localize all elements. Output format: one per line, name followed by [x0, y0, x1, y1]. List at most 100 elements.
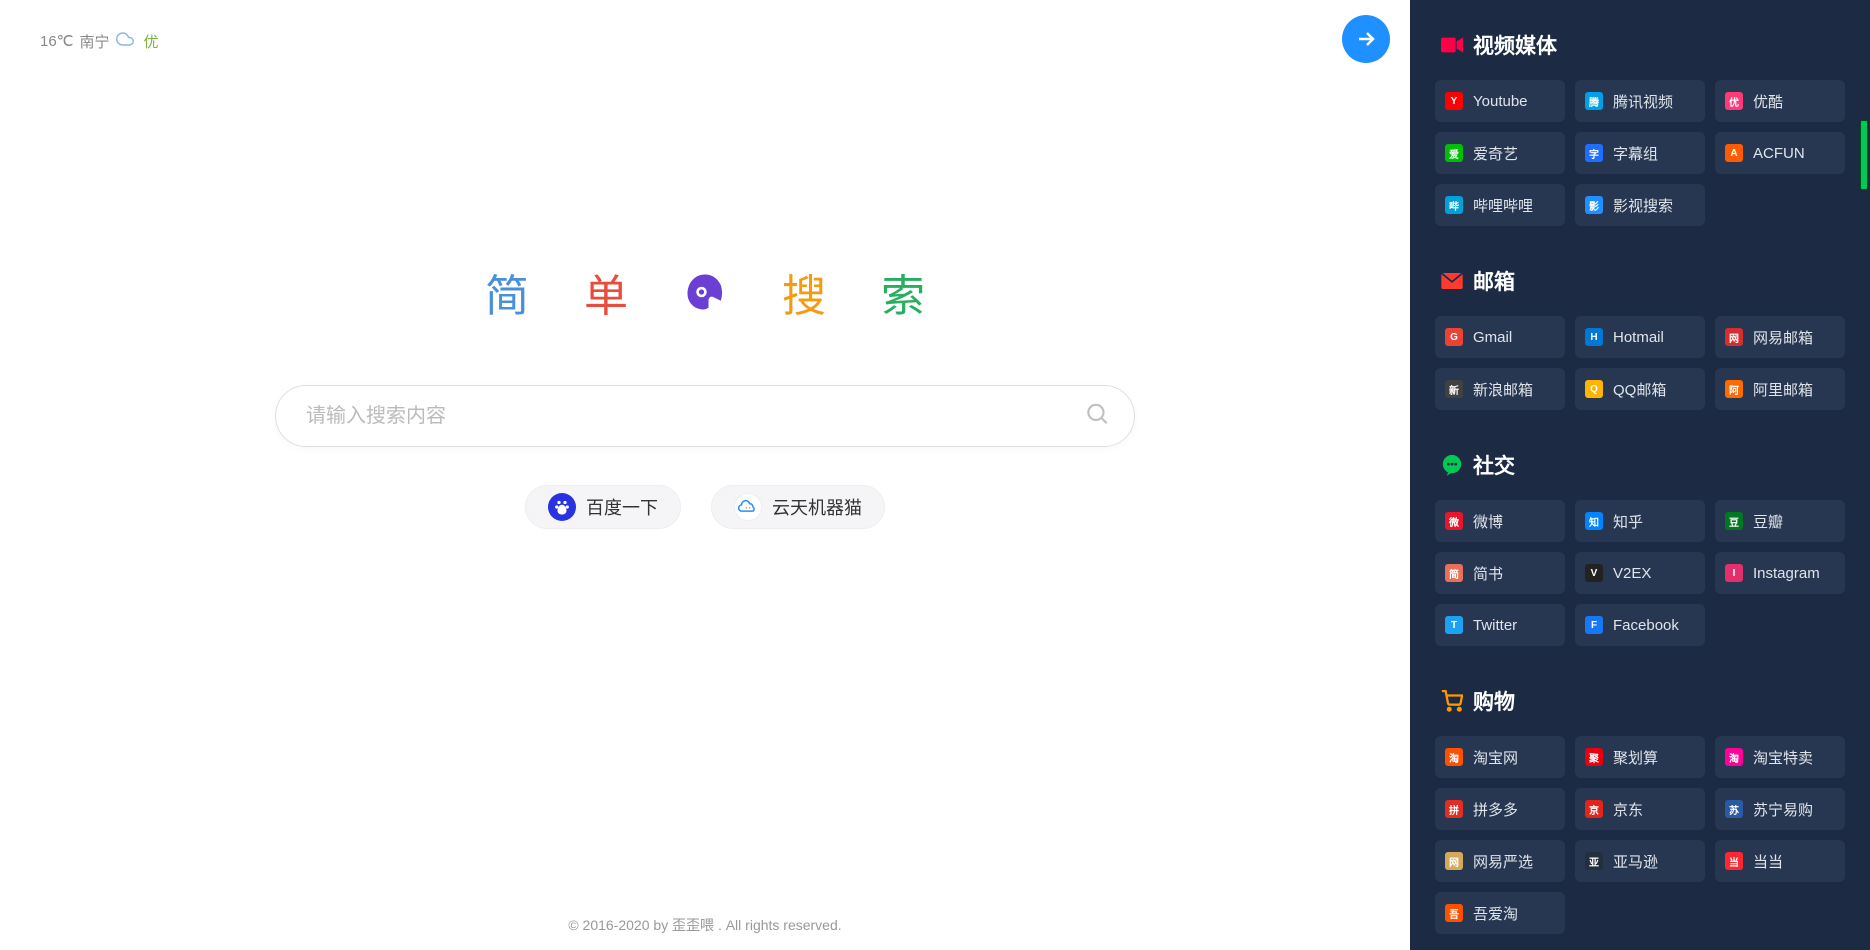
link-card[interactable]: 聚聚划算 — [1575, 736, 1705, 778]
weather-temp: 16℃ — [40, 32, 74, 50]
link-card[interactable]: 新新浪邮箱 — [1435, 368, 1565, 410]
site-icon: V — [1585, 564, 1603, 582]
site-icon: 拼 — [1445, 800, 1463, 818]
link-label: 优酷 — [1753, 91, 1783, 112]
link-card[interactable]: HHotmail — [1575, 316, 1705, 358]
link-label: 京东 — [1613, 799, 1643, 820]
link-sidebar: 视频媒体YYoutube腾腾讯视频优优酷爱爱奇艺字字幕组AACFUN哔哔哩哔哩影… — [1410, 0, 1870, 950]
link-card[interactable]: 淘淘宝网 — [1435, 736, 1565, 778]
link-label: 字幕组 — [1613, 143, 1658, 164]
link-label: QQ邮箱 — [1613, 379, 1666, 400]
link-card[interactable]: 知知乎 — [1575, 500, 1705, 542]
section-title: 购物 — [1473, 686, 1515, 716]
link-card[interactable]: 当当当 — [1715, 840, 1845, 882]
link-label: 影视搜索 — [1613, 195, 1673, 216]
link-label: 网易严选 — [1473, 851, 1533, 872]
site-logo: 简 单 搜 索 — [485, 260, 925, 324]
scrollbar-thumb[interactable] — [1860, 120, 1868, 190]
link-card[interactable]: GGmail — [1435, 316, 1565, 358]
link-label: 爱奇艺 — [1473, 143, 1518, 164]
robot-cloud-icon — [734, 493, 762, 521]
logo-char-0: 简 — [485, 260, 529, 324]
link-card[interactable]: 哔哔哩哔哩 — [1435, 184, 1565, 226]
engine-yuntian[interactable]: 云天机器猫 — [711, 485, 885, 529]
search-button[interactable] — [1084, 401, 1110, 432]
link-label: 知乎 — [1613, 511, 1643, 532]
link-card[interactable]: Q QQ邮箱 — [1575, 368, 1705, 410]
link-card[interactable]: 字字幕组 — [1575, 132, 1705, 174]
sidebar-section: 邮箱GGmailHHotmail网网易邮箱新新浪邮箱QQQ邮箱阿阿里邮箱 — [1435, 266, 1845, 410]
cart-icon — [1441, 690, 1463, 712]
link-card[interactable]: 腾腾讯视频 — [1575, 80, 1705, 122]
forward-button[interactable] — [1342, 15, 1390, 63]
link-label: Facebook — [1613, 617, 1679, 634]
site-icon: 腾 — [1585, 92, 1603, 110]
site-icon: I — [1725, 564, 1743, 582]
section-header: 购物 — [1441, 686, 1845, 716]
baidu-icon — [548, 493, 576, 521]
site-icon: Y — [1445, 92, 1463, 110]
site-icon: 微 — [1445, 512, 1463, 530]
link-card[interactable]: 微微博 — [1435, 500, 1565, 542]
weather-widget[interactable]: 16℃ 南宁 优 — [40, 30, 159, 52]
arrow-right-icon — [1354, 27, 1378, 51]
link-card[interactable]: 影影视搜索 — [1575, 184, 1705, 226]
link-card[interactable]: YYoutube — [1435, 80, 1565, 122]
link-label: 苏宁易购 — [1753, 799, 1813, 820]
link-card[interactable]: 爱爱奇艺 — [1435, 132, 1565, 174]
site-icon: 京 — [1585, 800, 1603, 818]
site-icon: 爱 — [1445, 144, 1463, 162]
site-icon: 吾 — [1445, 904, 1463, 922]
site-icon: 网 — [1725, 328, 1743, 346]
site-icon: 淘 — [1445, 748, 1463, 766]
link-label: Instagram — [1753, 565, 1820, 582]
site-icon: 影 — [1585, 196, 1603, 214]
engine-row: 百度一下 云天机器猫 — [525, 485, 885, 529]
site-icon: 聚 — [1585, 748, 1603, 766]
link-card[interactable]: 网网易严选 — [1435, 840, 1565, 882]
link-card[interactable]: V V2EX — [1575, 552, 1705, 594]
site-icon: F — [1585, 616, 1603, 634]
link-card[interactable]: AACFUN — [1715, 132, 1845, 174]
link-card[interactable]: 优优酷 — [1715, 80, 1845, 122]
link-card[interactable]: 简简书 — [1435, 552, 1565, 594]
section-header: 社交 — [1441, 450, 1845, 480]
link-card[interactable]: 网网易邮箱 — [1715, 316, 1845, 358]
link-label: Hotmail — [1613, 329, 1664, 346]
weather-aqi: 优 — [144, 31, 159, 52]
link-card[interactable]: F Facebook — [1575, 604, 1705, 646]
logo-play-icon — [683, 270, 727, 314]
section-title: 社交 — [1473, 450, 1515, 480]
link-label: 拼多多 — [1473, 799, 1518, 820]
link-card[interactable]: 淘淘宝特卖 — [1715, 736, 1845, 778]
link-label: 淘宝网 — [1473, 747, 1518, 768]
site-icon: 网 — [1445, 852, 1463, 870]
link-card[interactable]: 豆豆瓣 — [1715, 500, 1845, 542]
site-icon: T — [1445, 616, 1463, 634]
link-card[interactable]: 阿阿里邮箱 — [1715, 368, 1845, 410]
link-label: Twitter — [1473, 617, 1517, 634]
link-card[interactable]: 亚亚马逊 — [1575, 840, 1705, 882]
link-card[interactable]: T Twitter — [1435, 604, 1565, 646]
link-card[interactable]: 吾吾爱淘 — [1435, 892, 1565, 934]
link-grid: YYoutube腾腾讯视频优优酷爱爱奇艺字字幕组AACFUN哔哔哩哔哩影影视搜索 — [1435, 80, 1845, 226]
site-icon: 当 — [1725, 852, 1743, 870]
site-icon: 字 — [1585, 144, 1603, 162]
link-card[interactable]: I Instagram — [1715, 552, 1845, 594]
search-input[interactable] — [275, 385, 1135, 447]
mail-icon — [1441, 270, 1463, 292]
site-icon: 亚 — [1585, 852, 1603, 870]
engine-baidu[interactable]: 百度一下 — [525, 485, 681, 529]
link-card[interactable]: 苏苏宁易购 — [1715, 788, 1845, 830]
sidebar-section: 社交微微博知知乎豆豆瓣简简书VV2EXIInstagramTTwitterFFa… — [1435, 450, 1845, 646]
video-icon — [1441, 34, 1463, 56]
link-label: V2EX — [1613, 565, 1651, 582]
site-icon: 豆 — [1725, 512, 1743, 530]
link-label: 腾讯视频 — [1613, 91, 1673, 112]
site-icon: Q — [1585, 380, 1603, 398]
link-card[interactable]: 拼拼多多 — [1435, 788, 1565, 830]
link-card[interactable]: 京京东 — [1575, 788, 1705, 830]
chat-icon — [1441, 454, 1463, 476]
site-icon: 知 — [1585, 512, 1603, 530]
link-label: 哔哩哔哩 — [1473, 195, 1533, 216]
